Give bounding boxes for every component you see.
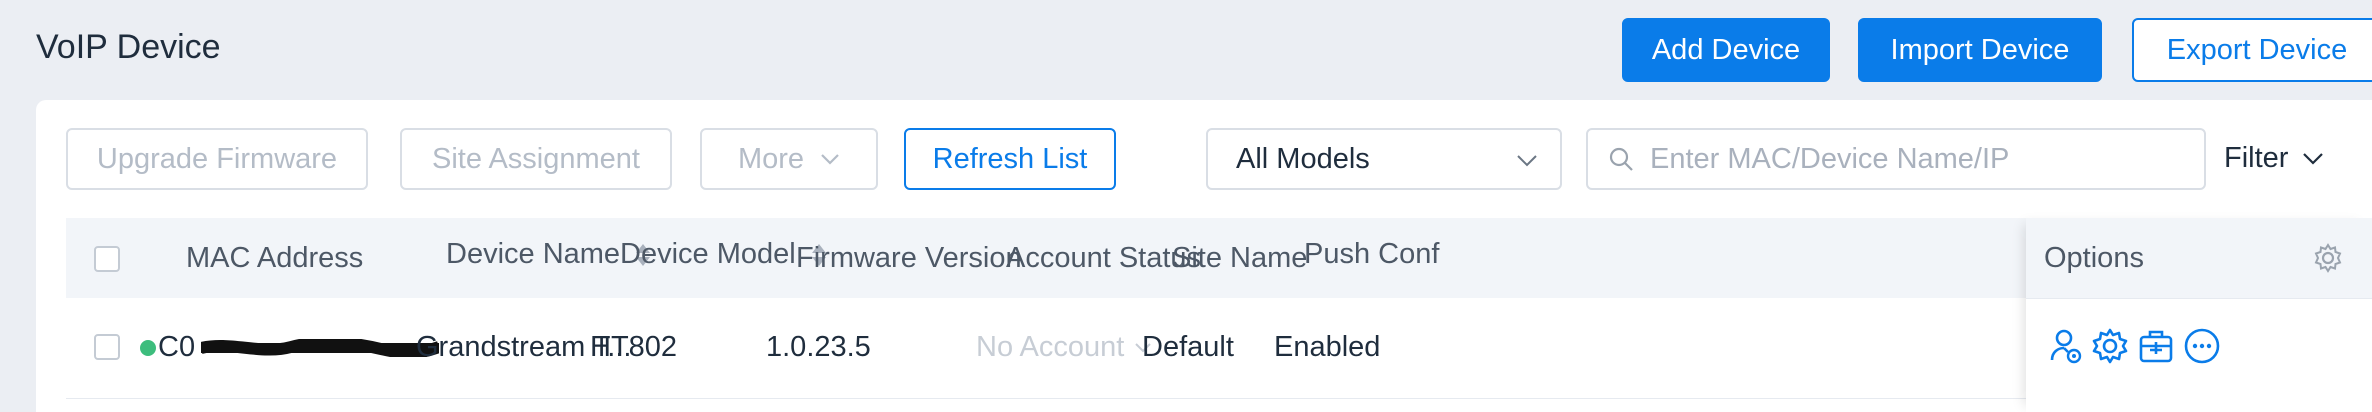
column-label: Push Conf: [1304, 238, 1440, 270]
upgrade-firmware-label: Upgrade Firmware: [96, 142, 338, 175]
more-dropdown[interactable]: More: [700, 128, 878, 190]
config-icon[interactable]: [2088, 324, 2132, 368]
more-label: More: [737, 142, 805, 175]
upgrade-firmware-button[interactable]: Upgrade Firmware: [66, 128, 368, 190]
column-push-config: Push Conf: [1304, 238, 1439, 271]
site-assignment-button[interactable]: Site Assignment: [400, 128, 672, 190]
refresh-list-label: Refresh List: [932, 142, 1088, 175]
chevron-down-icon: [1516, 154, 1538, 167]
column-label: Options: [2044, 242, 2144, 274]
select-all-checkbox[interactable]: [94, 246, 120, 272]
model-select[interactable]: All Models: [1206, 128, 1562, 190]
add-device-button[interactable]: Add Device: [1622, 18, 1830, 82]
redaction-mark: [201, 339, 440, 358]
filter-label: Filter: [2224, 142, 2289, 174]
online-status-dot: [140, 340, 156, 356]
column-mac-address[interactable]: MAC Address: [186, 242, 363, 275]
column-options: Options: [2044, 242, 2144, 275]
site-name-cell: Default: [1142, 331, 1234, 363]
column-firmware-version: Firmware Version: [796, 242, 1022, 275]
chevron-down-icon: [2302, 152, 2324, 165]
firmware-version-cell: 1.0.23.5: [766, 331, 871, 363]
column-label: Site Name: [1172, 242, 1308, 274]
options-column: Options: [2026, 218, 2372, 412]
device-box-icon[interactable]: [2134, 324, 2178, 368]
search-placeholder: Enter MAC/Device Name/IP: [1650, 142, 2010, 175]
refresh-list-button[interactable]: Refresh List: [904, 128, 1116, 190]
filter-button[interactable]: Filter: [2224, 142, 2324, 175]
account-status-value: No Account: [976, 331, 1125, 363]
device-model-cell: HT802: [590, 331, 678, 363]
column-label: MAC Address: [186, 242, 364, 274]
mac-address-cell: C0: [158, 331, 440, 364]
model-select-value: All Models: [1236, 142, 1370, 175]
user-settings-icon[interactable]: [2044, 324, 2088, 368]
search-icon: [1608, 146, 1634, 172]
more-icon[interactable]: [2180, 324, 2224, 368]
account-status-dropdown[interactable]: No Account: [976, 331, 1152, 364]
device-panel: Upgrade Firmware Site Assignment More Re…: [36, 100, 2372, 412]
site-assignment-label: Site Assignment: [432, 142, 640, 175]
options-header: Options: [2026, 218, 2372, 299]
column-label: Device Name: [446, 238, 621, 270]
chevron-down-icon: [820, 153, 840, 165]
column-site-name: Site Name: [1172, 242, 1307, 275]
column-label: Device Model: [620, 238, 796, 270]
row-checkbox[interactable]: [94, 334, 120, 360]
push-config-cell: Enabled: [1274, 331, 1381, 363]
export-device-button[interactable]: Export Device: [2132, 18, 2372, 82]
mac-address-value: C0: [158, 331, 196, 363]
search-input[interactable]: Enter MAC/Device Name/IP: [1586, 128, 2206, 190]
page-title: VoIP Device: [36, 28, 221, 66]
column-settings-gear-icon[interactable]: [2306, 236, 2350, 280]
column-label: Firmware Version: [796, 242, 1022, 274]
import-device-button[interactable]: Import Device: [1858, 18, 2102, 82]
